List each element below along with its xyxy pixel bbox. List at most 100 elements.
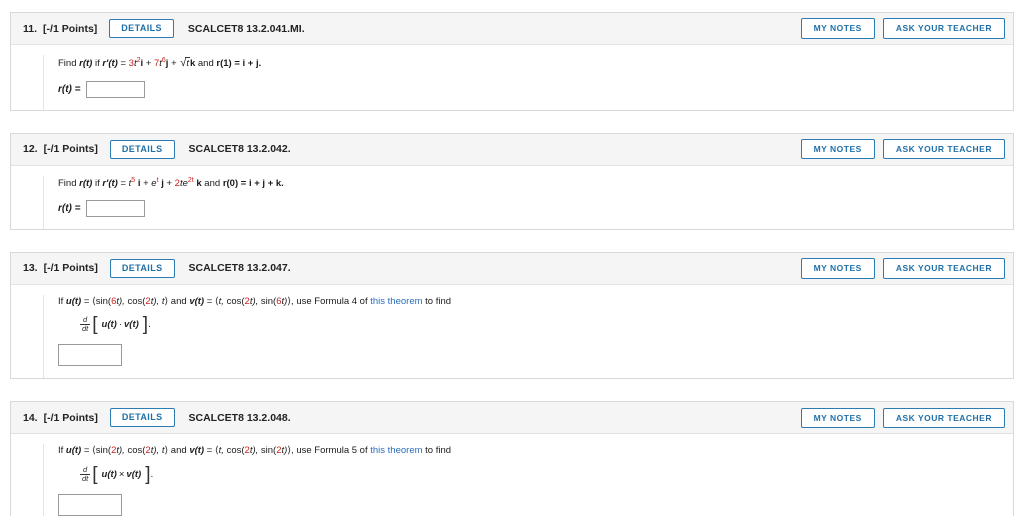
and-word: and: [168, 445, 190, 457]
equals-sign: =: [117, 58, 129, 69]
and-word: and: [195, 58, 217, 69]
and-word: and: [168, 295, 190, 307]
ask-your-teacher-button[interactable]: ASK YOUR TEACHER: [882, 18, 1005, 39]
u-comp1-close: t),: [116, 445, 128, 457]
details-button[interactable]: DETAILS: [109, 139, 175, 159]
statement-prefix: Find: [58, 58, 80, 69]
r-prime-symbol: r'(t): [102, 177, 118, 189]
and-word: and: [201, 177, 223, 189]
problem-card-13: 13. [-/1 Points] DETAILS SCALCET8 13.2.0…: [10, 251, 1014, 380]
fraction-numerator: d: [83, 464, 88, 474]
my-notes-button[interactable]: MY NOTES: [800, 138, 875, 160]
plus-2: +: [163, 177, 175, 189]
answer-input[interactable]: [58, 493, 122, 516]
problem-header: 11. [-/1 Points] DETAILS SCALCET8 13.2.0…: [11, 13, 1013, 45]
term2-exponent: t: [156, 176, 159, 184]
problem-number: 14.: [23, 411, 38, 424]
derivative-expression: d dt [ u(t) · v(t) ] .: [80, 315, 1013, 334]
expr-left-vector: u(t): [101, 468, 117, 480]
u-comp2-fn: cos(: [127, 445, 146, 457]
my-notes-button[interactable]: MY NOTES: [800, 258, 875, 279]
v-vector-label: v(t): [189, 295, 205, 307]
term3-exponent: 2t: [187, 176, 194, 184]
ask-your-teacher-button[interactable]: ASK YOUR TEACHER: [882, 258, 1005, 279]
equals-sign: =: [117, 177, 129, 189]
u-equals: =: [81, 295, 93, 307]
d-dt-fraction: d dt: [80, 315, 91, 334]
ask-your-teacher-button[interactable]: ASK YOUR TEACHER: [882, 407, 1005, 428]
problem-body: If u(t) = ⟨sin(2t), cos(2t), t⟩ and v(t)…: [11, 434, 1013, 516]
problem-card-11: 11. [-/1 Points] DETAILS SCALCET8 13.2.0…: [10, 12, 1014, 111]
assignment-page: 11. [-/1 Points] DETAILS SCALCET8 13.2.0…: [0, 0, 1024, 516]
problem-code: SCALCET8 13.2.047.: [188, 262, 291, 275]
details-button[interactable]: DETAILS: [109, 258, 175, 278]
period: .: [150, 468, 154, 480]
bracket-content: u(t) × v(t): [98, 469, 146, 480]
problem-points: [-/1 Points]: [43, 262, 98, 275]
problem-header-left: 12. [-/1 Points] DETAILS SCALCET8 13.2.0…: [23, 139, 801, 159]
v-comp2-close: t),: [249, 295, 261, 307]
problem-points: [-/1 Points]: [43, 411, 98, 424]
v-comp1: t,: [218, 295, 227, 307]
answer-input[interactable]: [85, 199, 145, 217]
details-button[interactable]: DETAILS: [109, 19, 174, 38]
u-vector-label: u(t): [65, 445, 82, 457]
problem-card-14: 14. [-/1 Points] DETAILS SCALCET8 13.2.0…: [10, 401, 1014, 516]
my-notes-button[interactable]: MY NOTES: [800, 407, 875, 428]
problem-header: 13. [-/1 Points] DETAILS SCALCET8 13.2.0…: [11, 252, 1013, 285]
plus-1: +: [140, 177, 152, 189]
r-of-t-symbol: r(t): [79, 177, 93, 189]
problem-header-left: 13. [-/1 Points] DETAILS SCALCET8 13.2.0…: [23, 258, 801, 278]
problem-code: SCALCET8 13.2.041.MI.: [187, 22, 305, 35]
use-formula-text: use Formula 5 of: [293, 445, 371, 457]
derivative-expression: d dt [ u(t) × v(t) ] .: [80, 464, 1013, 484]
u-equals: =: [81, 445, 93, 457]
problem-code: SCALCET8 13.2.042.: [188, 143, 291, 155]
u-comp1-fn: sin(: [95, 295, 112, 307]
ask-your-teacher-button[interactable]: ASK YOUR TEACHER: [882, 138, 1005, 160]
v-equals: =: [204, 295, 215, 307]
v-comp2-fn: cos(: [226, 295, 245, 307]
my-notes-button[interactable]: MY NOTES: [800, 18, 875, 39]
problem-header-right: MY NOTES ASK YOUR TEACHER: [800, 407, 1005, 428]
problem-header-right: MY NOTES ASK YOUR TEACHER: [800, 18, 1005, 39]
answer-label: r(t) =: [58, 83, 81, 95]
v-equals: =: [204, 445, 215, 457]
period: .: [148, 319, 151, 331]
fraction-numerator: d: [83, 315, 88, 325]
answer-input[interactable]: [58, 344, 122, 367]
problem-content: If u(t) = ⟨sin(6t), cos(2t), t⟩ and v(t)…: [43, 294, 1013, 379]
use-formula-text: use Formula 4 of: [293, 295, 371, 307]
v-comp2-fn: cos(: [226, 445, 245, 457]
this-theorem-link[interactable]: this theorem: [370, 296, 422, 307]
problem-header: 12. [-/1 Points] DETAILS SCALCET8 13.2.0…: [11, 133, 1013, 166]
dot-product-operator: ·: [118, 319, 123, 331]
term1-exponent: 5: [131, 176, 136, 184]
problem-header-left: 14. [-/1 Points] DETAILS SCALCET8 13.2.0…: [23, 408, 801, 428]
cross-product-operator: ×: [118, 468, 125, 480]
problem-content: Find r(t) if r'(t) = t5 i + et j + 2te2t…: [43, 175, 1013, 229]
problem-statement: If u(t) = ⟨sin(2t), cos(2t), t⟩ and v(t)…: [58, 444, 1013, 458]
v-comp1: t,: [218, 445, 227, 457]
answer-input[interactable]: [85, 80, 145, 98]
r-prime-symbol: r'(t): [102, 58, 118, 69]
problem-card-12: 12. [-/1 Points] DETAILS SCALCET8 13.2.0…: [10, 132, 1014, 230]
u-comp1-close: t),: [116, 295, 128, 307]
tail-text: to find: [422, 295, 452, 307]
problem-points: [-/1 Points]: [43, 143, 98, 155]
details-button[interactable]: DETAILS: [109, 408, 175, 428]
problem-statement: Find r(t) if r'(t) = t5 i + et j + 2te2t…: [58, 176, 1013, 191]
u-comp1-fn: sin(: [95, 445, 112, 457]
problem-body: Find r(t) if r'(t) = 3t2i + 7t6j + √tk a…: [11, 45, 1013, 110]
expr-left-vector: u(t): [101, 319, 117, 331]
fraction-denominator: dt: [80, 324, 91, 334]
u-comp2-close: t),: [150, 445, 162, 457]
if-word: if: [92, 58, 103, 69]
answer-line: r(t) =: [58, 199, 1013, 217]
d-dt-fraction: d dt: [80, 464, 91, 483]
problem-statement: If u(t) = ⟨sin(6t), cos(2t), t⟩ and v(t)…: [58, 295, 1013, 309]
problem-body: If u(t) = ⟨sin(6t), cos(2t), t⟩ and v(t)…: [11, 285, 1013, 379]
this-theorem-link[interactable]: this theorem: [370, 445, 422, 456]
r-of-t-symbol: r(t): [79, 58, 93, 69]
term3-radicand: t: [185, 57, 190, 69]
